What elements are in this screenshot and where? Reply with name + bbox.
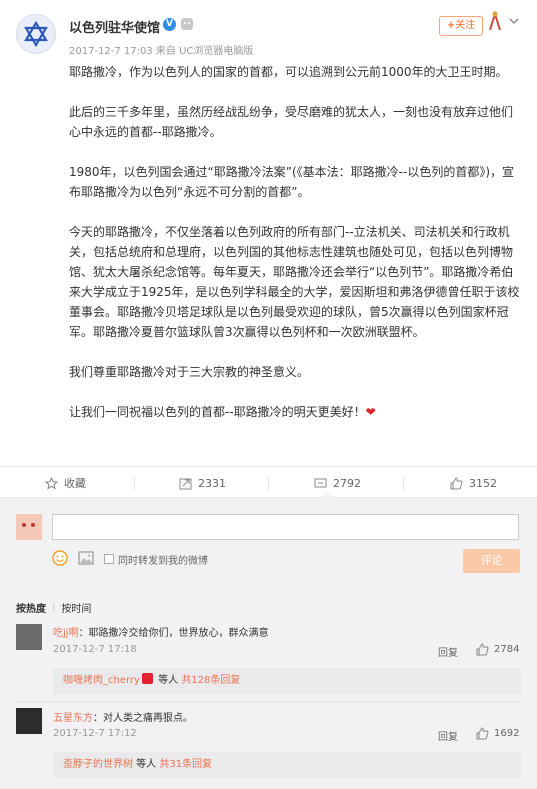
card-decoration-icon: [489, 10, 501, 31]
comment-time: 2017-12-7 17:12: [53, 728, 137, 739]
emoji-icon[interactable]: [52, 550, 68, 566]
submit-comment-button[interactable]: 评论: [463, 549, 520, 573]
favorite-button[interactable]: 收藏: [45, 467, 86, 499]
comment-like-button[interactable]: 1692: [476, 727, 519, 740]
comment-time: 2017-12-7 17:18: [53, 644, 137, 655]
star-of-david-icon: [24, 21, 48, 47]
member-icon: [181, 18, 193, 30]
sub-reply-count[interactable]: 共31条回复: [159, 759, 212, 770]
sub-reply-count[interactable]: 共128条回复: [181, 675, 240, 686]
divider: [403, 476, 404, 490]
thumbs-up-icon: [476, 643, 489, 656]
post-content: 耶路撒冷，作为以色列人的国家的首都，可以追溯到公元前1000年的大卫王时期。 此…: [69, 62, 524, 422]
post-paragraph-last: 让我们一同祝福以色列的首都--耶路撒冷的明天更美好！❤: [69, 402, 524, 422]
thumbs-up-icon: [450, 476, 463, 489]
comment-divider: [16, 701, 521, 702]
like-button[interactable]: 3152: [450, 467, 497, 499]
favorite-label: 收藏: [64, 477, 86, 490]
comment-like-count: 1692: [494, 728, 520, 739]
reply-button[interactable]: 回复: [438, 644, 458, 659]
repost-label: 同时转发到我的微博: [118, 556, 208, 567]
comment-text: 吃jj啊：耶路撒冷交给你们，世界放心，群众满意: [53, 624, 269, 639]
tab-sort-time[interactable]: 按时间: [61, 600, 91, 615]
thumbs-up-icon: [476, 727, 489, 740]
comment-body: ：耶路撒冷交给你们，世界放心，群众满意: [78, 628, 269, 639]
commenter-name[interactable]: 吃jj啊: [53, 628, 79, 639]
sub-reply-mid: 等人: [133, 759, 160, 770]
sub-reply-name[interactable]: 咖喱烤肉_cherry: [63, 675, 140, 686]
follow-button[interactable]: +关注: [439, 16, 483, 36]
sub-reply-name[interactable]: 歪脖子的世界树: [63, 759, 133, 770]
forward-count: 2331: [198, 476, 226, 490]
my-avatar: [16, 514, 42, 540]
chevron-down-icon[interactable]: [507, 14, 521, 28]
like-count: 3152: [469, 476, 497, 490]
tab-sort-hot[interactable]: 按热度: [16, 600, 46, 615]
reply-button[interactable]: 回复: [438, 728, 458, 743]
comment-section: 同时转发到我的微博 评论 按热度 | 按时间 吃jj啊：耶路撒冷交给你们，世界放…: [0, 498, 537, 789]
forward-icon: [179, 478, 192, 489]
image-icon[interactable]: [78, 550, 94, 566]
plus-icon: +: [446, 20, 456, 31]
comment-count: 2792: [333, 476, 361, 490]
sub-reply-mid: 等人: [154, 675, 182, 686]
comment-like-count: 2784: [494, 644, 520, 655]
follow-label: 关注: [455, 20, 476, 31]
post-paragraph: 我们尊重耶路撒冷对于三大宗教的神圣意义。: [69, 365, 310, 379]
divider: [268, 476, 269, 490]
commenter-avatar[interactable]: [16, 708, 42, 734]
comment-icon: [314, 478, 327, 487]
repost-checkbox[interactable]: [104, 554, 114, 564]
post-paragraph: 今天的耶路撒冷，不仅坐落着以色列政府的所有部门--立法机关、司法机关和行政机关，…: [69, 225, 520, 339]
heart-badge-icon: [141, 673, 153, 684]
post-meta: 2017-12-7 17:03 来自 UC浏览器电脑版: [69, 46, 254, 57]
post-paragraph: 此后的三千多年里，虽然历经战乱纷争，受尽磨难的犹太人，一刻也没有放弃过他们心中永…: [69, 105, 514, 139]
commenter-avatar[interactable]: [16, 624, 42, 650]
verified-icon: V: [163, 18, 176, 31]
sort-tabs: 按热度 | 按时间: [16, 600, 91, 615]
comment-text: 五星东方：对人类之痛再狠点。: [53, 709, 193, 724]
author-avatar[interactable]: [16, 14, 56, 54]
post-paragraph: 1980年，以色列国会通过“耶路撒冷法案”(《基本法：耶路撒冷--以色列的首都》…: [69, 165, 514, 199]
comment-like-button[interactable]: 2784: [476, 643, 519, 656]
comment-body: ：对人类之痛再狠点。: [93, 713, 193, 724]
post-paragraph-text: 让我们一同祝福以色列的首都--耶路撒冷的明天更美好！: [69, 405, 366, 419]
comment-input[interactable]: [52, 514, 519, 540]
action-bar: 收藏 2331 2792 3152: [0, 466, 537, 498]
commenter-name[interactable]: 五星东方: [53, 713, 93, 724]
tab-divider: |: [52, 602, 56, 613]
weibo-post: 以色列驻华使馆 V 2017-12-7 17:03 来自 UC浏览器电脑版 +关…: [0, 0, 537, 466]
author-name[interactable]: 以色列驻华使馆: [69, 17, 160, 36]
sub-replies[interactable]: 歪脖子的世界树 等人 共31条回复: [53, 752, 521, 778]
heart-icon: ❤: [365, 405, 376, 419]
forward-button[interactable]: 2331: [179, 467, 226, 499]
post-paragraph: 耶路撒冷，作为以色列人的国家的首都，可以追溯到公元前1000年的大卫王时期。: [69, 65, 508, 79]
sub-replies[interactable]: 咖喱烤肉_cherry 等人 共128条回复: [53, 668, 521, 694]
star-icon: [45, 476, 58, 490]
divider: [134, 476, 135, 490]
